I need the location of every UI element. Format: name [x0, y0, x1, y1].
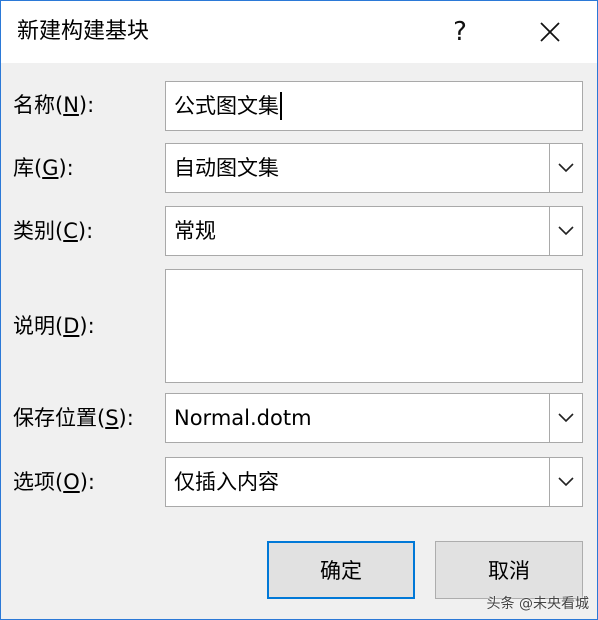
gallery-label: 库(G): [13, 156, 74, 180]
chevron-down-icon [558, 163, 574, 173]
chevron-down-icon [558, 413, 574, 423]
watermark: 头条 @未央看城 [486, 596, 589, 612]
category-dropdown-button[interactable] [549, 207, 582, 255]
category-value: 常规 [174, 219, 216, 243]
close-button[interactable] [527, 11, 573, 53]
name-label: 名称(N): [13, 93, 95, 117]
gallery-select[interactable]: 自动图文集 [165, 143, 583, 193]
ok-button[interactable]: 确定 [267, 541, 415, 599]
options-label: 选项(O): [13, 470, 96, 494]
description-textarea[interactable] [165, 269, 583, 383]
options-dropdown-button[interactable] [549, 458, 582, 506]
options-select[interactable]: 仅插入内容 [165, 457, 583, 507]
gallery-dropdown-button[interactable] [549, 144, 582, 192]
help-button[interactable]: ? [437, 11, 483, 53]
name-input[interactable]: 公式图文集 [165, 81, 583, 131]
help-icon: ? [453, 17, 467, 47]
chevron-down-icon [558, 226, 574, 236]
title-bar[interactable]: 新建构建基块 ? [1, 1, 597, 63]
gallery-value: 自动图文集 [174, 156, 279, 180]
save-in-select[interactable]: Normal.dotm [165, 393, 583, 443]
options-value: 仅插入内容 [174, 470, 279, 494]
save-in-label: 保存位置(S): [13, 406, 134, 430]
dialog-title: 新建构建基块 [17, 19, 150, 44]
close-icon [540, 22, 560, 42]
category-label: 类别(C): [13, 219, 94, 243]
cancel-button[interactable]: 取消 [435, 541, 583, 599]
chevron-down-icon [558, 477, 574, 487]
new-building-block-dialog: 新建构建基块 ? 名称(N): 公式图文集 库(G): 自动图文集 类别(C):… [0, 0, 598, 620]
description-label: 说明(D): [13, 314, 95, 338]
save-in-dropdown-button[interactable] [549, 394, 582, 442]
save-in-value: Normal.dotm [174, 406, 312, 430]
category-select[interactable]: 常规 [165, 206, 583, 256]
text-caret [280, 92, 282, 120]
name-value: 公式图文集 [174, 94, 279, 118]
